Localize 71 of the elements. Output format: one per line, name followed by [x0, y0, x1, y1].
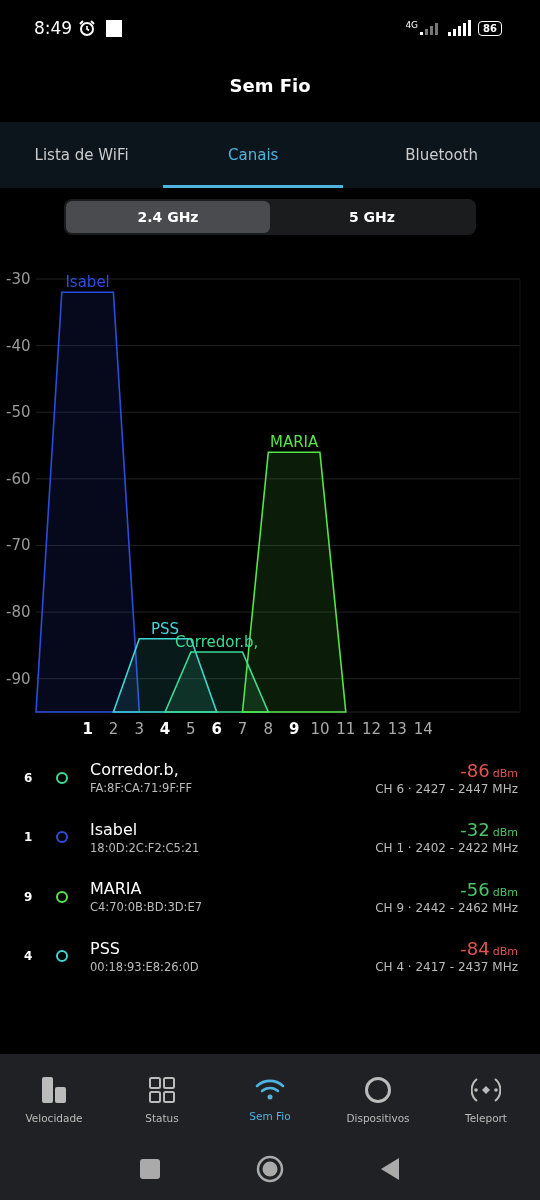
signal-value: -32	[460, 819, 490, 841]
tab[interactable]: Lista de WiFi	[0, 122, 164, 188]
signal-icon	[448, 20, 473, 36]
axis-label: -40	[6, 336, 31, 355]
battery-indicator: 86	[478, 20, 502, 36]
nav-item[interactable]: Teleport	[432, 1071, 540, 1125]
mac-address: C4:70:0B:BD:3D:E7	[90, 900, 204, 915]
axis-label: 13	[387, 720, 407, 738]
network-name: MARIA	[90, 879, 143, 899]
axis-label: 14	[413, 720, 433, 738]
axis-label: -70	[6, 536, 31, 555]
network-name: PSS	[90, 938, 121, 958]
axis-label: 8	[263, 720, 274, 738]
axis-label: 9	[288, 720, 300, 738]
signal-value: -84	[460, 938, 490, 960]
signal-value: -86	[460, 759, 490, 781]
axis-label: 3	[134, 720, 145, 738]
channel-detail: CH 1 · 2402 - 2422 MHz	[375, 841, 518, 856]
nav-item[interactable]: Dispositivos	[324, 1071, 432, 1125]
tab[interactable]: Canais	[163, 122, 344, 188]
axis-label: -60	[6, 469, 31, 488]
axis-label: 7	[237, 720, 248, 738]
network-label: MARIA	[270, 433, 319, 452]
wifi-icon	[255, 1077, 285, 1102]
nav-item[interactable]: Velocidade	[0, 1071, 108, 1125]
axis-label: -50	[6, 403, 31, 422]
mac-address: 00:18:93:E8:26:0D	[90, 959, 200, 974]
home-button[interactable]	[256, 1155, 284, 1183]
bar-chart-icon	[40, 1075, 68, 1104]
axis-label: 10	[310, 720, 330, 738]
axis-label: -90	[6, 669, 31, 688]
network-type: 4G	[405, 20, 419, 30]
channel-number: 1	[24, 830, 34, 845]
channel-detail: CH 4 · 2417 - 2437 MHz	[375, 960, 518, 975]
nav-item[interactable]: Status	[108, 1071, 216, 1125]
axis-label: 1	[82, 720, 93, 738]
network-name: Corredor.b,	[90, 760, 180, 780]
axis-label: 4	[159, 720, 171, 738]
back-button[interactable]	[380, 1157, 400, 1181]
teleport-icon	[471, 1075, 501, 1104]
grid-icon	[148, 1075, 176, 1104]
band-option[interactable]: 5 GHz	[270, 201, 474, 233]
signal-unit: dBm	[492, 885, 518, 899]
nav-item[interactable]: Sem Fio	[216, 1073, 324, 1123]
page-title: Sem Fio	[229, 73, 311, 98]
axis-label: 6	[211, 720, 222, 738]
channel-number: 4	[24, 949, 34, 964]
band-option[interactable]: 2.4 GHz	[66, 201, 270, 233]
axis-label: 11	[336, 720, 356, 738]
mac-address: FA:8F:CA:71:9F:FF	[90, 781, 194, 796]
network-label: Isabel	[65, 273, 110, 292]
signal-unit: dBm	[492, 826, 518, 840]
channel-number: 6	[24, 770, 34, 785]
channel-detail: CH 9 · 2442 - 2462 MHz	[375, 900, 518, 915]
notification-icon	[106, 19, 123, 37]
status-time: 8:49	[34, 18, 73, 38]
alarm-icon	[78, 19, 97, 37]
channel-detail: CH 6 · 2427 - 2447 MHz	[375, 781, 518, 796]
channel-number: 9	[24, 889, 34, 904]
axis-label: 5	[186, 720, 196, 738]
axis-label: -30	[6, 270, 31, 288]
signal-unit: dBm	[492, 945, 518, 959]
circle-icon	[364, 1075, 392, 1104]
axis-label: -80	[6, 603, 31, 622]
tab[interactable]: Bluetooth	[343, 122, 540, 188]
signal-value: -56	[460, 878, 490, 900]
axis-label: 12	[362, 720, 382, 738]
axis-label: 2	[108, 720, 119, 738]
mac-address: 18:0D:2C:F2:C5:21	[90, 840, 201, 855]
signal-unit: dBm	[492, 766, 518, 780]
network-name: Isabel	[90, 819, 139, 839]
